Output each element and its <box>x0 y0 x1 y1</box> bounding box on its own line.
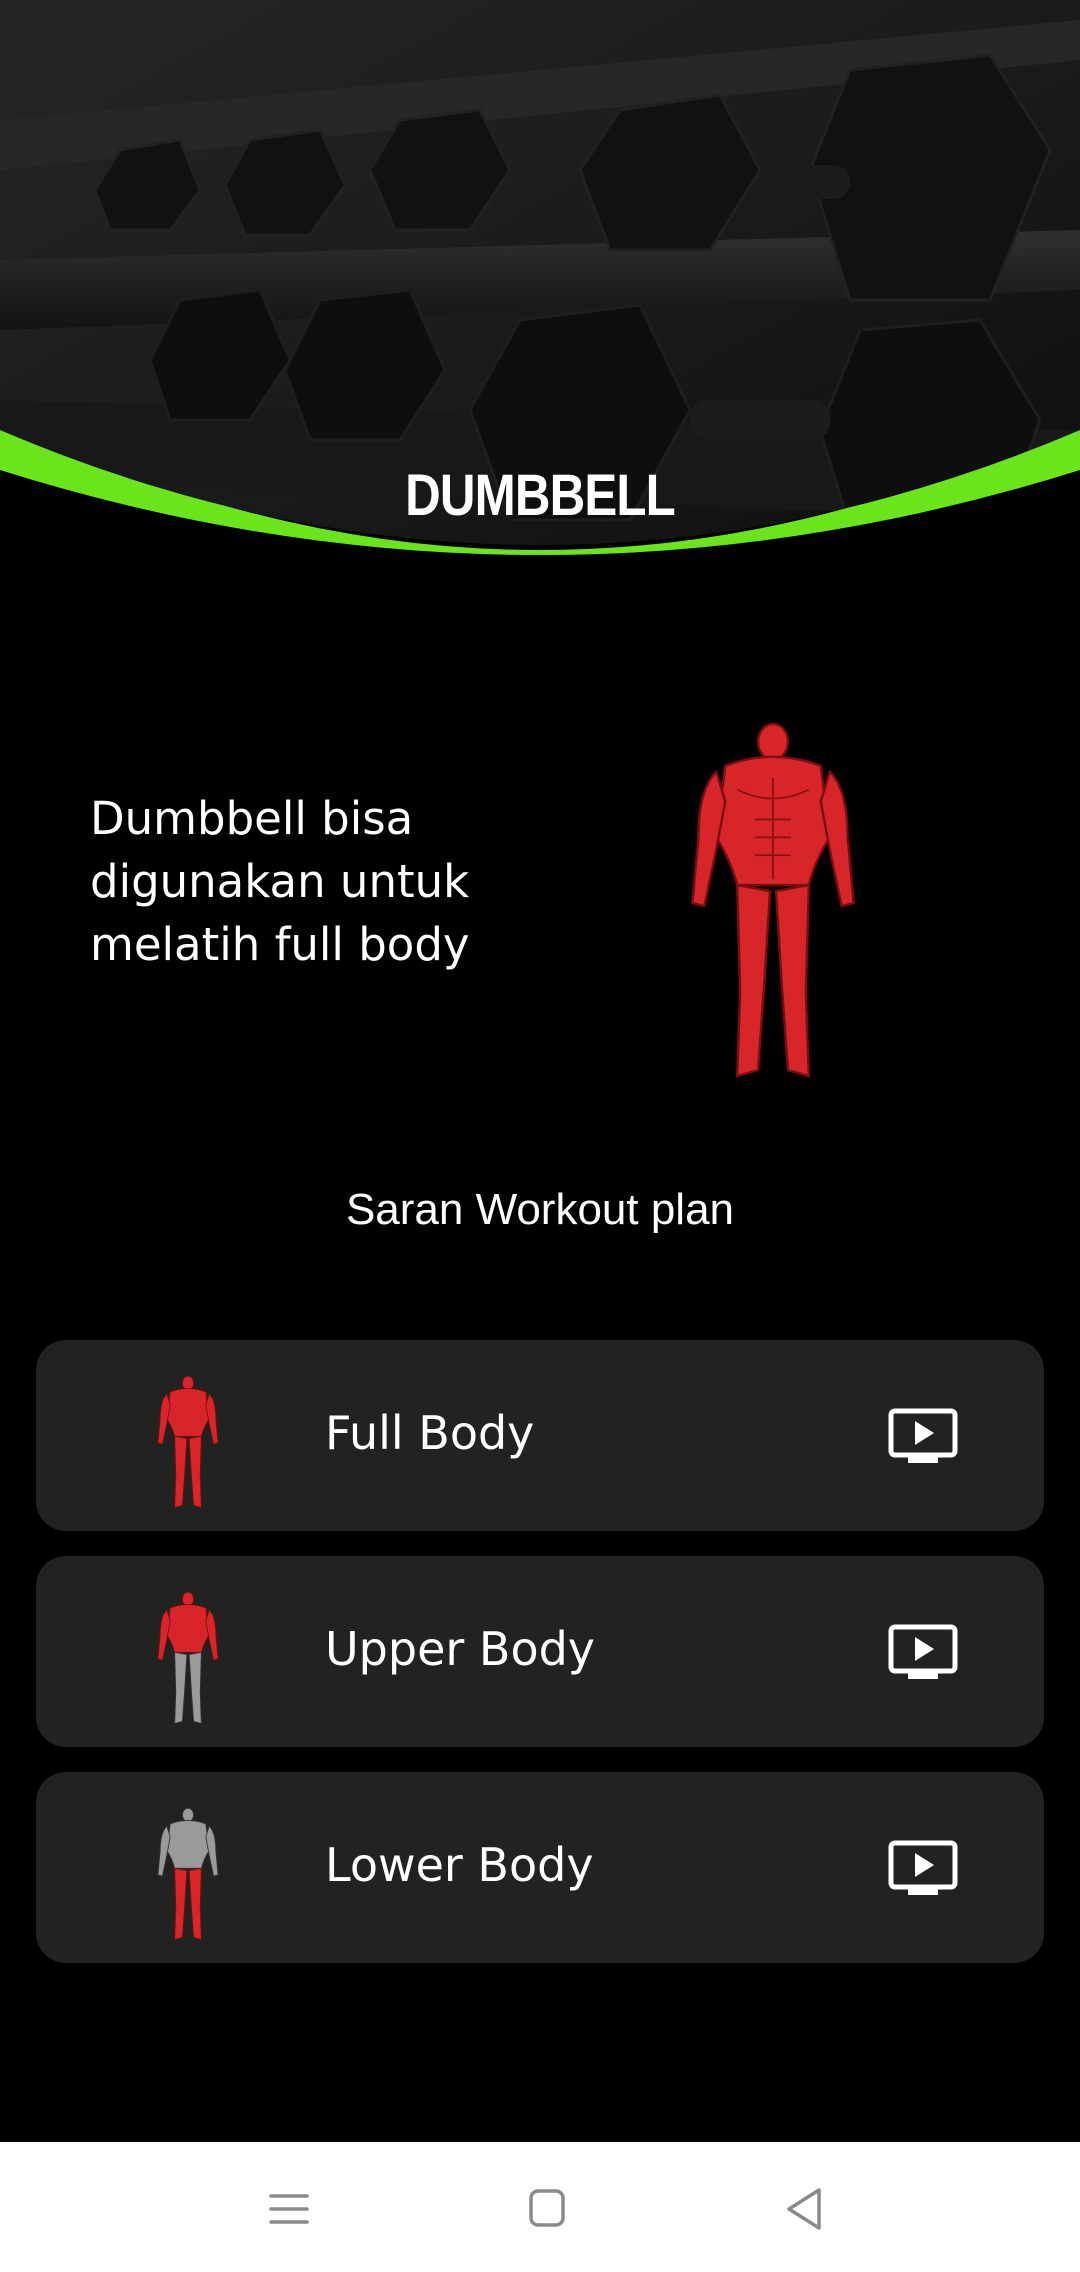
system-navigation-bar <box>0 2142 1080 2272</box>
back-icon[interactable] <box>775 2184 835 2234</box>
upper-body-muscle-figure-icon <box>154 1590 222 1728</box>
plan-label: Full Body <box>325 1406 535 1460</box>
plan-label: Upper Body <box>325 1622 596 1676</box>
plan-card-upper-body[interactable]: Upper Body <box>36 1556 1044 1747</box>
intro-description: Dumbbell bisa digunakan untuk melatih fu… <box>90 792 470 971</box>
play-video-icon[interactable] <box>888 1840 958 1898</box>
full-body-muscle-figure-icon <box>683 718 863 1088</box>
full-body-muscle-figure-icon <box>154 1374 222 1512</box>
plan-card-lower-body[interactable]: Lower Body <box>36 1772 1044 1963</box>
workout-plan-list: Full Body Upper Body Lower Body <box>36 1340 1044 1988</box>
plan-card-full-body[interactable]: Full Body <box>36 1340 1044 1531</box>
page-title: DUMBBELL <box>405 463 676 528</box>
header-hero: DUMBBELL <box>0 0 1080 590</box>
play-video-icon[interactable] <box>888 1624 958 1682</box>
section-title: Saran Workout plan <box>345 1185 735 1234</box>
play-video-icon[interactable] <box>888 1408 958 1466</box>
home-icon[interactable] <box>517 2184 577 2234</box>
lower-body-muscle-figure-icon <box>154 1806 222 1944</box>
menu-icon[interactable] <box>259 2184 319 2234</box>
plan-label: Lower Body <box>325 1838 594 1892</box>
